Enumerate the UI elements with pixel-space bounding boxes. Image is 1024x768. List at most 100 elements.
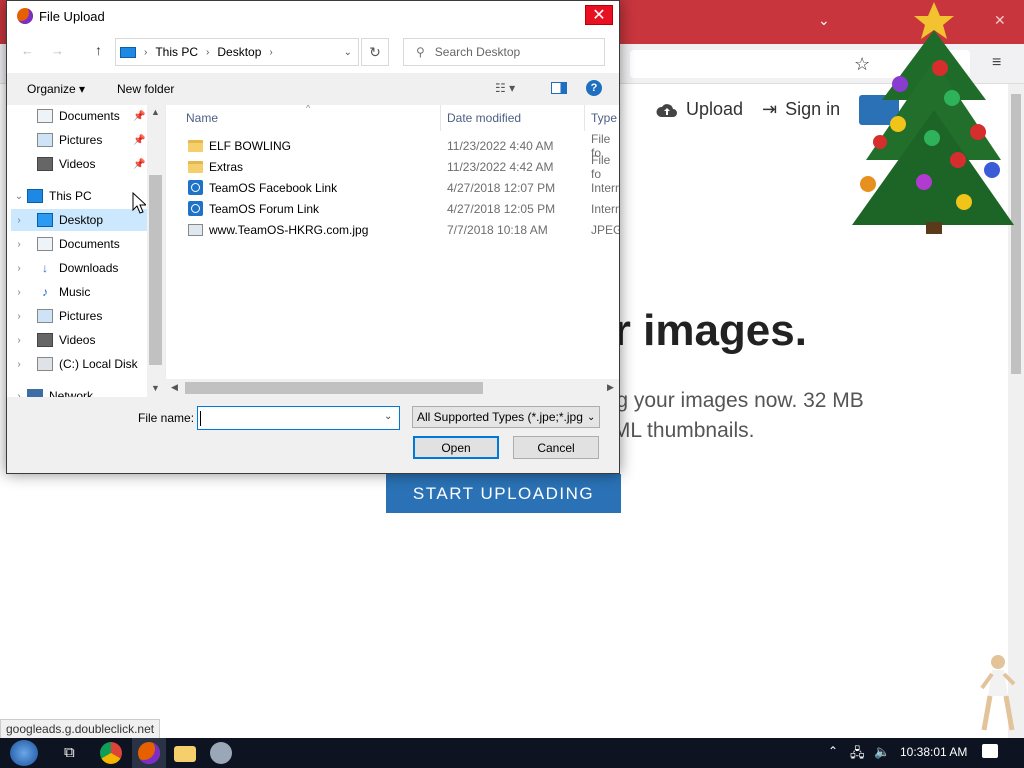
organize-menu[interactable]: Organize ▾: [27, 82, 85, 96]
dialog-close-button[interactable]: ✕: [585, 5, 613, 25]
chrome-taskbar-icon[interactable]: [100, 742, 122, 764]
status-url: googleads.g.doubleclick.net: [0, 719, 161, 739]
view-options-icon[interactable]: ☷ ▾: [495, 81, 515, 95]
internet-shortcut-icon: [188, 201, 203, 216]
file-explorer-taskbar-icon[interactable]: [174, 746, 196, 762]
chevron-down-icon[interactable]: ⌄: [384, 411, 392, 422]
nav-videos[interactable]: › Videos: [11, 329, 95, 351]
file-row[interactable]: ELF BOWLING 11/23/2022 4:40 AM File fo: [166, 132, 619, 160]
file-row[interactable]: www.TeamOS-HKRG.com.jpg 7/7/2018 10:18 A…: [166, 219, 619, 240]
signin-link-label: Sign in: [785, 99, 841, 119]
nav-this-pc[interactable]: ⌄ This PC: [11, 185, 92, 207]
nav-label: Documents: [59, 109, 120, 123]
column-type[interactable]: Type: [591, 105, 617, 131]
chevron-right-icon[interactable]: ›: [11, 359, 27, 370]
chevron-right-icon[interactable]: ›: [11, 311, 27, 322]
task-view-icon[interactable]: ⧉: [64, 744, 75, 761]
file-type-select[interactable]: All Supported Types (*.jpe;*.jpg, ⌄: [412, 406, 600, 428]
notifications-icon[interactable]: [982, 744, 998, 758]
sign-in-icon: ⇥: [762, 99, 778, 119]
cancel-button[interactable]: Cancel: [513, 436, 599, 459]
scroll-right-icon[interactable]: ▶: [607, 382, 614, 393]
nav-downloads[interactable]: › ↓ Downloads: [11, 257, 118, 279]
start-uploading-button[interactable]: START UPLOADING: [386, 474, 621, 513]
nav-label: Music: [59, 285, 91, 299]
chevron-down-icon[interactable]: ⌄: [11, 191, 27, 202]
folder-icon: [188, 139, 203, 152]
file-name-input[interactable]: ⌄: [197, 406, 400, 430]
file-date: 11/23/2022 4:40 AM: [447, 138, 554, 153]
upload-link-label: Upload: [686, 99, 744, 119]
back-arrow-icon[interactable]: ←: [21, 43, 34, 58]
upload-link[interactable]: Upload: [656, 99, 743, 120]
nav-videos-quick[interactable]: Videos 📌: [37, 153, 145, 175]
help-icon[interactable]: ?: [586, 80, 602, 96]
volume-icon[interactable]: 🔈: [874, 744, 890, 760]
app-taskbar-icon[interactable]: [210, 742, 232, 764]
tab-list-chevron-icon[interactable]: ⌄: [818, 12, 830, 29]
navigation-pane: Documents 📌 Pictures 📌 Videos 📌 ⌄ This PC › D…: [7, 105, 165, 397]
open-button[interactable]: Open: [413, 436, 499, 459]
scrollbar-thumb[interactable]: [149, 175, 162, 365]
nav-pictures-quick[interactable]: Pictures 📌: [37, 129, 145, 151]
file-list: Name ^ Date modified Type ELF BOWLING 11…: [165, 105, 619, 397]
nav-pictures[interactable]: › Pictures: [11, 305, 102, 327]
signin-link[interactable]: ⇥ Sign in: [762, 99, 840, 120]
nav-label: Videos: [59, 333, 96, 347]
scroll-left-icon[interactable]: ◀: [171, 382, 178, 393]
column-date-modified[interactable]: Date modified: [447, 105, 521, 131]
address-dropdown-icon[interactable]: ⌄: [344, 47, 352, 58]
image-file-icon: [188, 223, 203, 236]
scroll-down-icon[interactable]: ▼: [151, 383, 160, 393]
new-folder-button[interactable]: New folder: [117, 82, 174, 96]
forward-arrow-icon[interactable]: →: [51, 43, 64, 58]
nav-local-disk[interactable]: › (C:) Local Disk: [11, 353, 138, 375]
preview-pane-icon[interactable]: [551, 82, 567, 94]
breadcrumb-desktop[interactable]: Desktop: [217, 45, 261, 59]
chevron-right-icon[interactable]: ›: [11, 215, 27, 226]
file-row[interactable]: TeamOS Facebook Link 4/27/2018 12:07 PM …: [166, 177, 619, 198]
network-tray-icon[interactable]: 🖧: [850, 744, 865, 766]
column-name[interactable]: Name: [186, 105, 218, 131]
nav-documents[interactable]: › Documents: [11, 233, 120, 255]
start-button[interactable]: [10, 740, 38, 766]
up-arrow-icon[interactable]: ↑: [95, 42, 102, 58]
nav-label: Pictures: [59, 133, 103, 147]
address-bar[interactable]: › This PC › Desktop › ⌄: [115, 38, 359, 66]
cloud-upload-icon: [656, 103, 677, 117]
nav-network[interactable]: › Network: [11, 385, 93, 397]
chevron-right-icon[interactable]: ›: [11, 287, 27, 298]
chevron-right-icon[interactable]: ›: [11, 239, 27, 250]
tray-clock[interactable]: 10:38:01 AM: [900, 745, 967, 759]
tray-chevron-icon[interactable]: ⌃: [828, 744, 838, 758]
nav-label: This PC: [49, 189, 92, 203]
file-row[interactable]: Extras 11/23/2022 4:42 AM File fo: [166, 153, 619, 181]
nav-documents-quick[interactable]: Documents 📌: [37, 105, 145, 127]
breadcrumb-this-pc[interactable]: This PC: [155, 45, 198, 59]
chevron-right-icon[interactable]: ›: [11, 263, 27, 274]
scroll-up-icon[interactable]: ▲: [151, 107, 160, 117]
videos-icon: [37, 333, 53, 347]
file-type: Intern: [591, 201, 619, 216]
nav-label: Documents: [59, 237, 120, 251]
nav-desktop[interactable]: › Desktop: [11, 209, 151, 231]
file-list-scrollbar[interactable]: ◀ ▶: [165, 379, 619, 397]
breadcrumb-separator-icon: ›: [206, 46, 210, 58]
chevron-right-icon[interactable]: ›: [11, 335, 27, 346]
hero-text: ing your images now. 32 MB TML thumbnail…: [600, 386, 1000, 446]
pin-icon: 📌: [133, 158, 146, 170]
file-name: Extras: [209, 159, 244, 174]
file-date: 7/7/2018 10:18 AM: [447, 222, 548, 237]
dancing-figure-decoration: [980, 655, 1016, 731]
search-input[interactable]: ⚲ Search Desktop: [403, 38, 605, 66]
refresh-icon[interactable]: ↻: [361, 38, 389, 66]
navigation-scrollbar[interactable]: ▲ ▼: [147, 105, 165, 397]
file-row[interactable]: TeamOS Forum Link 4/27/2018 12:05 PM Int…: [166, 198, 619, 219]
nav-music[interactable]: › ♪ Music: [11, 281, 90, 303]
file-date: 4/27/2018 12:07 PM: [447, 180, 556, 195]
pictures-icon: [37, 309, 53, 323]
scrollbar-thumb[interactable]: [185, 382, 483, 394]
breadcrumb-separator-icon: ›: [269, 46, 273, 58]
nav-label: Downloads: [59, 261, 119, 275]
documents-icon: [37, 109, 53, 123]
